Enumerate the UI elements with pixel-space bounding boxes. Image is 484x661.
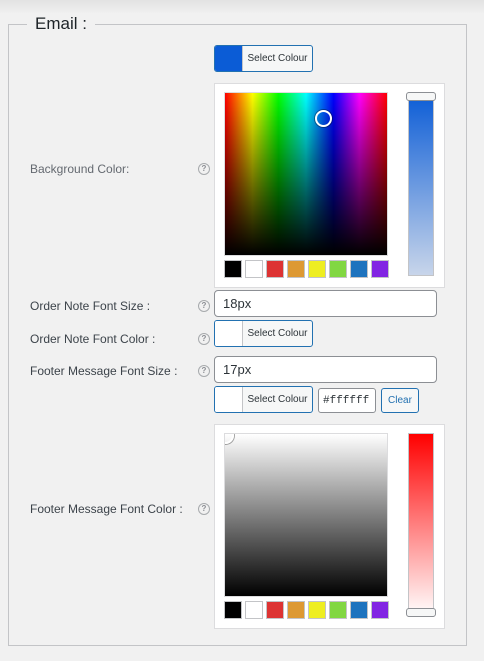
palette-swatch[interactable] [329,260,347,278]
palette-swatch[interactable] [245,260,263,278]
color-palette [224,260,389,278]
lightness-slider[interactable] [406,92,436,276]
palette-swatch[interactable] [224,260,242,278]
top-bar [0,0,484,14]
footer-message-font-size-input[interactable] [214,356,437,383]
color-saturation-area[interactable] [224,433,388,597]
palette-swatch[interactable] [329,601,347,619]
palette-swatch[interactable] [308,260,326,278]
footer-message-font-color-picker [214,424,445,629]
help-circle-icon[interactable]: ? [198,365,210,377]
palette-swatch[interactable] [266,601,284,619]
palette-swatch[interactable] [287,260,305,278]
background-color-picker [214,83,445,288]
help-circle-icon[interactable]: ? [198,503,210,515]
order-note-font-size-input[interactable] [214,290,437,317]
help-circle-icon[interactable]: ? [198,300,210,312]
footer-message-font-color-hex-input[interactable] [318,388,376,413]
footer-message-font-color-select-button[interactable]: Select Colour [214,386,313,413]
help-circle-icon[interactable]: ? [198,163,210,175]
color-area-handle[interactable] [225,434,234,444]
slider-handle[interactable] [406,608,436,617]
palette-swatch[interactable] [266,260,284,278]
order-note-font-color-select-button[interactable]: Select Colour [214,320,313,347]
order-note-font-color-label: Order Note Font Color : [30,332,156,346]
color-saturation-area[interactable] [224,92,388,256]
clear-button[interactable]: Clear [381,388,419,413]
palette-swatch[interactable] [371,260,389,278]
order-note-font-size-label: Order Note Font Size : [30,299,151,313]
order-note-font-color-swatch [215,321,243,346]
footer-message-font-color-swatch [215,387,243,412]
palette-swatch[interactable] [224,601,242,619]
color-palette [224,601,389,619]
background-color-swatch [215,46,243,71]
palette-swatch[interactable] [287,601,305,619]
lightness-slider[interactable] [406,433,436,617]
background-color-label: Background Color: [30,162,130,176]
palette-swatch[interactable] [308,601,326,619]
section-title: Email : [35,14,87,33]
slider-handle[interactable] [406,92,436,101]
palette-swatch[interactable] [350,260,368,278]
help-circle-icon[interactable]: ? [198,333,210,345]
palette-swatch[interactable] [245,601,263,619]
color-area-handle[interactable] [315,110,332,127]
palette-swatch[interactable] [350,601,368,619]
footer-message-font-size-label: Footer Message Font Size : [30,364,178,378]
footer-message-font-color-label: Footer Message Font Color : [30,502,183,516]
palette-swatch[interactable] [371,601,389,619]
background-color-select-button[interactable]: Select Colour [214,45,313,72]
